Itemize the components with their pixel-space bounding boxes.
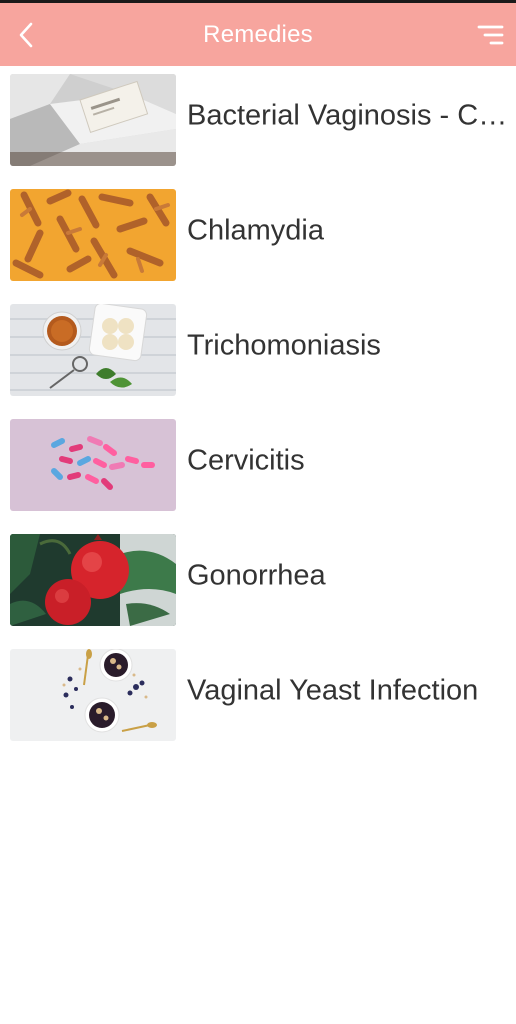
list-item[interactable]: Cervicitis: [0, 411, 516, 511]
pills-image: [10, 419, 176, 511]
yogurt-bowls-image: [10, 649, 176, 741]
pomegranates-image: [10, 534, 176, 626]
list-item-label: Cervicitis: [187, 444, 305, 477]
list-item[interactable]: Chlamydia: [0, 181, 516, 281]
list-item-label: Trichomoniasis: [187, 329, 381, 362]
turmeric-roots-image: [10, 189, 176, 281]
list-item[interactable]: Gonorrhea: [0, 526, 516, 626]
back-button[interactable]: [8, 15, 44, 55]
chevron-left-icon: [19, 22, 33, 48]
list-item-label: Chlamydia: [187, 214, 324, 247]
list-item[interactable]: Trichomoniasis: [0, 296, 516, 396]
filter-menu-button[interactable]: [472, 15, 508, 55]
sort-menu-icon: [477, 25, 504, 45]
list-item[interactable]: Bacterial Vaginosis - Causes, Symptoms &…: [0, 66, 516, 166]
list-item-label: Gonorrhea: [187, 559, 326, 592]
list-item-label: Vaginal Yeast Infection: [187, 674, 479, 707]
app-bar: Remedies: [0, 3, 516, 66]
list-item-label: Bacterial Vaginosis - Causes, Symptoms &…: [187, 99, 509, 132]
soap-bar-image: [10, 74, 176, 166]
tea-and-cookies-image: [10, 304, 176, 396]
page-title: Remedies: [203, 20, 313, 48]
list-item[interactable]: Vaginal Yeast Infection: [0, 641, 516, 741]
